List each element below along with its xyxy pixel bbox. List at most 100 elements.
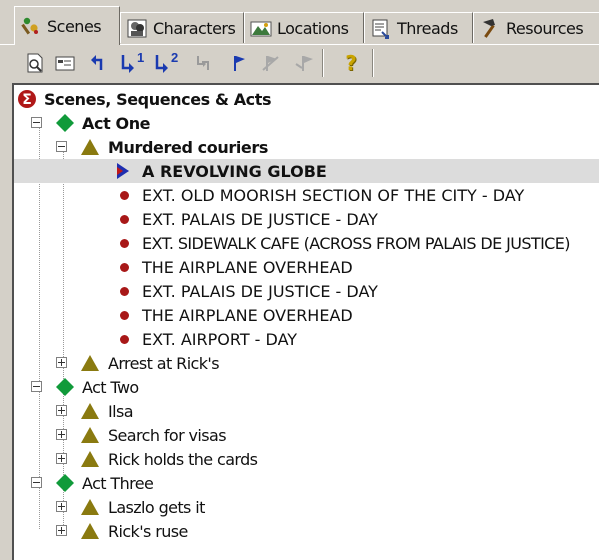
sequence-triangle-icon — [81, 427, 99, 443]
scene-dot-icon — [120, 191, 129, 200]
tab-label: Locations — [277, 18, 349, 38]
collapse-toggle[interactable] — [56, 141, 67, 152]
scene-label: EXT. PALAIS DE JUSTICE - DAY — [142, 281, 378, 301]
tree-root-label: Scenes, Sequences & Acts — [44, 89, 272, 109]
scene-label: A REVOLVING GLOBE — [142, 161, 327, 181]
sequence-label: Rick holds the cards — [108, 449, 258, 469]
level-1-icon: 1 — [121, 52, 144, 73]
act-diamond-icon — [56, 114, 74, 132]
back-arrow-icon — [91, 55, 103, 70]
scene-label: EXT. SIDEWALK CAFE (ACROSS FROM PALAIS D… — [142, 233, 571, 253]
level-2-button[interactable]: 2 — [152, 50, 182, 76]
threads-icon — [370, 17, 392, 39]
properties-icon — [55, 56, 75, 71]
sequence-node[interactable]: Rick holds the cards — [14, 447, 599, 471]
tab-threads[interactable]: Threads — [364, 12, 473, 43]
toolbar-separator — [322, 49, 324, 77]
preview-button[interactable] — [22, 50, 48, 76]
flag-disabled-icon — [262, 56, 279, 71]
help-button[interactable]: ? — [338, 50, 364, 76]
sequence-triangle-icon — [81, 355, 99, 371]
tab-scenes[interactable]: Scenes — [14, 6, 120, 45]
selected-flag-icon — [117, 163, 129, 179]
tab-locations[interactable]: Locations — [244, 12, 364, 43]
expand-toggle[interactable] — [56, 525, 67, 536]
level-1-button[interactable]: 1 — [118, 50, 148, 76]
sequence-node[interactable]: Laszlo gets it — [14, 495, 599, 519]
scene-dot-icon — [120, 287, 129, 296]
sequence-label: Rick's ruse — [108, 521, 188, 541]
flag-disabled-2-button[interactable] — [292, 50, 318, 76]
sequence-label: Murdered couriers — [108, 137, 268, 157]
flag-button[interactable] — [226, 50, 252, 76]
sigma-icon: Σ — [18, 90, 36, 108]
act-diamond-icon — [56, 378, 74, 396]
sequence-label: Laszlo gets it — [108, 497, 205, 517]
scene-node[interactable]: THE AIRPLANE OVERHEAD — [14, 255, 599, 279]
scene-node[interactable]: EXT. AIRPORT - DAY — [14, 327, 599, 351]
help-icon: ? — [345, 51, 357, 75]
flag-disabled-button[interactable] — [258, 50, 284, 76]
expand-toggle[interactable] — [56, 453, 67, 464]
sequence-node[interactable]: Ilsa — [14, 399, 599, 423]
tab-characters[interactable]: Characters — [120, 12, 244, 43]
scene-label: EXT. PALAIS DE JUSTICE - DAY — [142, 209, 378, 229]
expand-toggle[interactable] — [56, 429, 67, 440]
scene-node[interactable]: THE AIRPLANE OVERHEAD — [14, 303, 599, 327]
act-diamond-icon — [56, 474, 74, 492]
act-node[interactable]: Act Three — [14, 471, 599, 495]
tab-resources[interactable]: Resources — [473, 12, 599, 43]
sequence-label: Ilsa — [108, 401, 134, 421]
sequence-triangle-icon — [81, 499, 99, 515]
sequence-node[interactable]: Murdered couriers — [14, 135, 599, 159]
flag-disabled-2-icon — [295, 56, 313, 71]
act-label: Act Two — [82, 377, 139, 397]
svg-text:Σ: Σ — [22, 92, 32, 108]
sequence-label: Arrest at Rick's — [108, 353, 220, 373]
scene-node[interactable]: EXT. PALAIS DE JUSTICE - DAY — [14, 207, 599, 231]
scene-dot-icon — [120, 215, 129, 224]
collapse-toggle[interactable] — [31, 117, 42, 128]
flag-icon — [234, 56, 245, 71]
sequence-node[interactable]: Rick's ruse — [14, 519, 599, 543]
collapse-toggle[interactable] — [31, 477, 42, 488]
scene-dot-icon — [120, 263, 129, 272]
collapse-toggle[interactable] — [31, 381, 42, 392]
expand-toggle[interactable] — [56, 501, 67, 512]
act-node[interactable]: Act One — [14, 111, 599, 135]
sequence-node[interactable]: Arrest at Rick's — [14, 351, 599, 375]
move-button[interactable] — [190, 50, 216, 76]
scene-label: EXT. AIRPORT - DAY — [142, 329, 298, 349]
scene-dot-icon — [120, 311, 129, 320]
scene-label: THE AIRPLANE OVERHEAD — [142, 257, 353, 277]
properties-button[interactable] — [52, 50, 78, 76]
expand-toggle[interactable] — [56, 357, 67, 368]
sequence-node[interactable]: Search for visas — [14, 423, 599, 447]
scene-tree[interactable]: Σ Scenes, Sequences & Acts Act One Murde… — [12, 83, 599, 560]
tab-label: Scenes — [47, 16, 102, 36]
scene-label: EXT. OLD MOORISH SECTION OF THE CITY - D… — [142, 185, 525, 205]
sequence-triangle-icon — [81, 451, 99, 467]
scene-label: THE AIRPLANE OVERHEAD — [142, 305, 353, 325]
scene-node-selected[interactable]: A REVOLVING GLOBE — [14, 159, 599, 183]
tree-root[interactable]: Σ Scenes, Sequences & Acts — [14, 87, 599, 111]
left-gutter — [0, 83, 12, 560]
tab-label: Resources — [506, 18, 584, 38]
tab-strip: Scenes Characters Locations Threads Reso… — [0, 0, 599, 45]
resources-icon — [479, 17, 501, 39]
characters-icon — [126, 17, 148, 39]
tab-label: Characters — [153, 18, 236, 38]
back-button[interactable] — [86, 50, 112, 76]
scene-dot-icon — [120, 335, 129, 344]
scene-node[interactable]: EXT. PALAIS DE JUSTICE - DAY — [14, 279, 599, 303]
toolbar-separator — [372, 49, 374, 77]
sequence-label: Search for visas — [108, 425, 227, 445]
level-1-label: 1 — [137, 52, 144, 65]
scene-dot-icon — [120, 239, 129, 248]
scene-node[interactable]: EXT. OLD MOORISH SECTION OF THE CITY - D… — [14, 183, 599, 207]
act-node[interactable]: Act Two — [14, 375, 599, 399]
sequence-triangle-icon — [81, 139, 99, 155]
scene-node[interactable]: EXT. SIDEWALK CAFE (ACROSS FROM PALAIS D… — [14, 231, 599, 255]
expand-toggle[interactable] — [56, 405, 67, 416]
locations-icon — [250, 17, 272, 39]
